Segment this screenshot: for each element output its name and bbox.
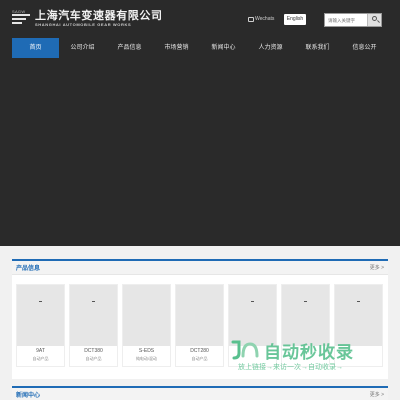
watermark-overlay: 自动秒收录 放上链接→来访一次→自动收录→ xyxy=(230,336,390,378)
main-nav: 首页 公司介绍 产品信息 市场营销 新闻中心 人力资源 联系我们 信息公开 xyxy=(12,38,388,58)
product-image xyxy=(176,285,223,346)
news-section-header: 新闻中心 更多 > xyxy=(12,388,388,400)
wechat-label: Wechats xyxy=(255,16,275,22)
news-section: 新闻中心 更多 > xyxy=(12,386,388,400)
product-name: 9AT xyxy=(36,348,45,354)
logo-text: 上海汽车变速器有限公司 SHANGHAI AUTOMOBILE GEAR WOR… xyxy=(35,10,163,28)
wechat-link[interactable]: Wechats xyxy=(248,16,274,22)
site-header: 上海汽车变速器有限公司 SHANGHAI AUTOMOBILE GEAR WOR… xyxy=(0,0,400,70)
logo-mark-icon xyxy=(12,13,32,25)
search-input[interactable] xyxy=(325,14,367,26)
nav-item-hr[interactable]: 人力资源 xyxy=(247,38,294,58)
search-button[interactable] xyxy=(367,14,381,26)
product-name: DCT380 xyxy=(84,348,103,354)
nav-item-contact[interactable]: 联系我们 xyxy=(294,38,341,58)
products-section-title: 产品信息 xyxy=(16,266,41,272)
nav-item-products[interactable]: 产品信息 xyxy=(106,38,153,58)
wechat-icon xyxy=(248,16,254,22)
nav-item-marketing[interactable]: 市场营销 xyxy=(153,38,200,58)
product-image xyxy=(17,285,64,346)
watermark-logo-icon xyxy=(231,340,259,360)
product-category: 自动产品 xyxy=(85,356,102,361)
nav-item-about[interactable]: 公司介绍 xyxy=(59,38,106,58)
product-card[interactable]: DCT280 自动产品 xyxy=(175,284,224,367)
product-category: 自动产品 xyxy=(191,356,208,361)
nav-item-disclosure[interactable]: 信息公开 xyxy=(341,38,388,58)
language-button[interactable]: English xyxy=(284,14,306,25)
product-card[interactable]: S-EDS 纯电动/混动 xyxy=(122,284,171,367)
product-image xyxy=(123,285,170,346)
nav-item-news[interactable]: 新闻中心 xyxy=(200,38,247,58)
watermark-title: 自动秒收录 xyxy=(264,343,354,362)
product-card[interactable]: DCT380 自动产品 xyxy=(69,284,118,367)
news-section-title: 新闻中心 xyxy=(16,393,41,399)
product-category: 自动产品 xyxy=(32,356,49,361)
logo-company-name: 上海汽车变速器有限公司 xyxy=(35,10,163,22)
hero-banner xyxy=(0,70,400,246)
product-card[interactable]: 9AT 自动产品 xyxy=(16,284,65,367)
search-box xyxy=(324,13,382,27)
logo-company-name-en: SHANGHAI AUTOMOBILE GEAR WORKS xyxy=(35,22,132,27)
news-more-link[interactable]: 更多 > xyxy=(370,391,384,398)
nav-item-home[interactable]: 首页 xyxy=(12,38,59,58)
product-image xyxy=(70,285,117,346)
watermark-subtitle: 放上链接→来访一次→自动收录→ xyxy=(238,364,343,371)
search-icon xyxy=(372,16,377,21)
product-category: 纯电动/混动 xyxy=(135,356,158,361)
product-name: S-EDS xyxy=(138,348,155,354)
products-section-header: 产品信息 更多 > xyxy=(12,261,388,275)
company-logo[interactable]: 上海汽车变速器有限公司 SHANGHAI AUTOMOBILE GEAR WOR… xyxy=(12,10,163,28)
products-more-link[interactable]: 更多 > xyxy=(370,264,384,271)
product-name: DCT280 xyxy=(190,348,209,354)
logo-badge: SAGW xyxy=(12,9,26,14)
